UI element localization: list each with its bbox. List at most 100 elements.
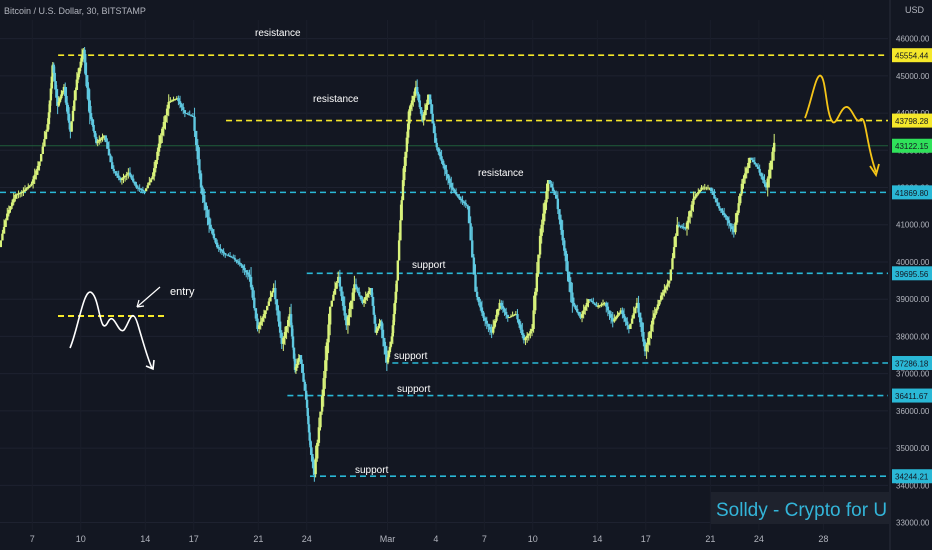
candle-body [400, 200, 403, 221]
candle-body [259, 321, 262, 326]
candle-body [556, 198, 560, 210]
candle-body [734, 222, 737, 233]
candle-body [671, 258, 674, 270]
candle-body [340, 286, 343, 297]
x-tick-label: 10 [76, 534, 86, 544]
candle-body [198, 159, 201, 174]
candle-body [529, 331, 532, 334]
candle-body [495, 314, 498, 321]
candle-body [193, 116, 196, 131]
candle-body [689, 210, 692, 217]
candle-body [485, 320, 488, 324]
candle-body [608, 310, 611, 315]
candle-body [341, 296, 345, 306]
candle-body [2, 226, 6, 234]
candle-body [471, 240, 474, 258]
candle-body [203, 194, 206, 203]
candle-body [115, 173, 119, 176]
candle-body [450, 183, 453, 188]
candle-body [122, 177, 125, 179]
x-tick-label: 24 [302, 534, 312, 544]
candle-body [269, 296, 272, 302]
candle-body [346, 317, 350, 326]
candle-body [735, 212, 739, 223]
x-tick-label: 21 [253, 534, 263, 544]
y-tick-label: 46000.00 [896, 35, 930, 44]
candle-body [9, 206, 12, 210]
candle-body [663, 289, 666, 293]
candle-body [117, 175, 120, 178]
candle-body [151, 176, 154, 180]
candle-body [418, 100, 421, 108]
candle-body [695, 194, 698, 197]
candle-body [548, 180, 551, 184]
candle-body [564, 250, 568, 262]
candle-body [144, 188, 148, 192]
candle-body [38, 161, 41, 166]
candle-body [561, 229, 564, 241]
candle-body [148, 182, 151, 186]
candle-body [233, 258, 237, 260]
candle-body [563, 240, 566, 251]
candle-body [397, 240, 401, 261]
candle-body [106, 142, 109, 149]
candle-body [31, 179, 35, 184]
candle-body [285, 326, 288, 332]
candle-body [461, 200, 464, 202]
candle-body [399, 220, 402, 241]
candle-body [530, 328, 534, 332]
candle-body [30, 183, 33, 186]
candle-body [469, 223, 472, 241]
candle-body [527, 333, 530, 336]
candle-body [209, 224, 212, 230]
candle-body [672, 247, 676, 259]
candle-body [474, 274, 477, 292]
price-tag-label: 34244.21 [895, 473, 929, 482]
candle-body [253, 297, 256, 309]
candle-body [634, 308, 637, 314]
candle-body [655, 308, 658, 314]
candle-body [236, 261, 240, 263]
candle-body [647, 337, 650, 345]
candle-body [605, 302, 608, 307]
candle-body [566, 261, 569, 272]
candle-body [149, 179, 153, 183]
candle-body [555, 194, 558, 199]
x-tick-label: 28 [818, 534, 828, 544]
candle-body [275, 299, 279, 311]
candle-body [238, 262, 241, 265]
candle-body [584, 306, 587, 311]
candle-body [159, 135, 162, 144]
candle-body [39, 154, 43, 162]
candle-body [451, 187, 455, 190]
candle-body [207, 217, 211, 225]
candle-body [28, 185, 32, 187]
candle-body [454, 191, 458, 195]
y-tick-label: 40000.00 [896, 258, 930, 267]
level-text-support: support [394, 351, 428, 362]
candle-body [22, 191, 25, 193]
candle-body [592, 302, 595, 304]
candle-body [135, 184, 138, 188]
candle-body [327, 324, 330, 343]
candle-body [453, 189, 456, 192]
candle-body [211, 229, 214, 234]
candle-body [653, 313, 656, 318]
y-tick-label: 36000.00 [896, 407, 930, 416]
candle-body [553, 191, 556, 195]
candle-body [614, 317, 618, 320]
btc-chart[interactable]: resistance resistance resistance support sup… [0, 0, 932, 550]
candle-body [351, 292, 354, 301]
candle-body [381, 329, 385, 338]
candle-body [10, 202, 14, 207]
x-tick-label: Mar [380, 534, 396, 544]
candle-body [120, 178, 124, 181]
candle-body [206, 209, 209, 218]
candle-body [180, 104, 183, 108]
candle-body [458, 196, 461, 199]
candle-body [650, 324, 653, 332]
candle-body [310, 447, 313, 455]
candle-body [335, 282, 338, 289]
candle-body [109, 155, 112, 163]
x-tick-label: 14 [592, 534, 602, 544]
